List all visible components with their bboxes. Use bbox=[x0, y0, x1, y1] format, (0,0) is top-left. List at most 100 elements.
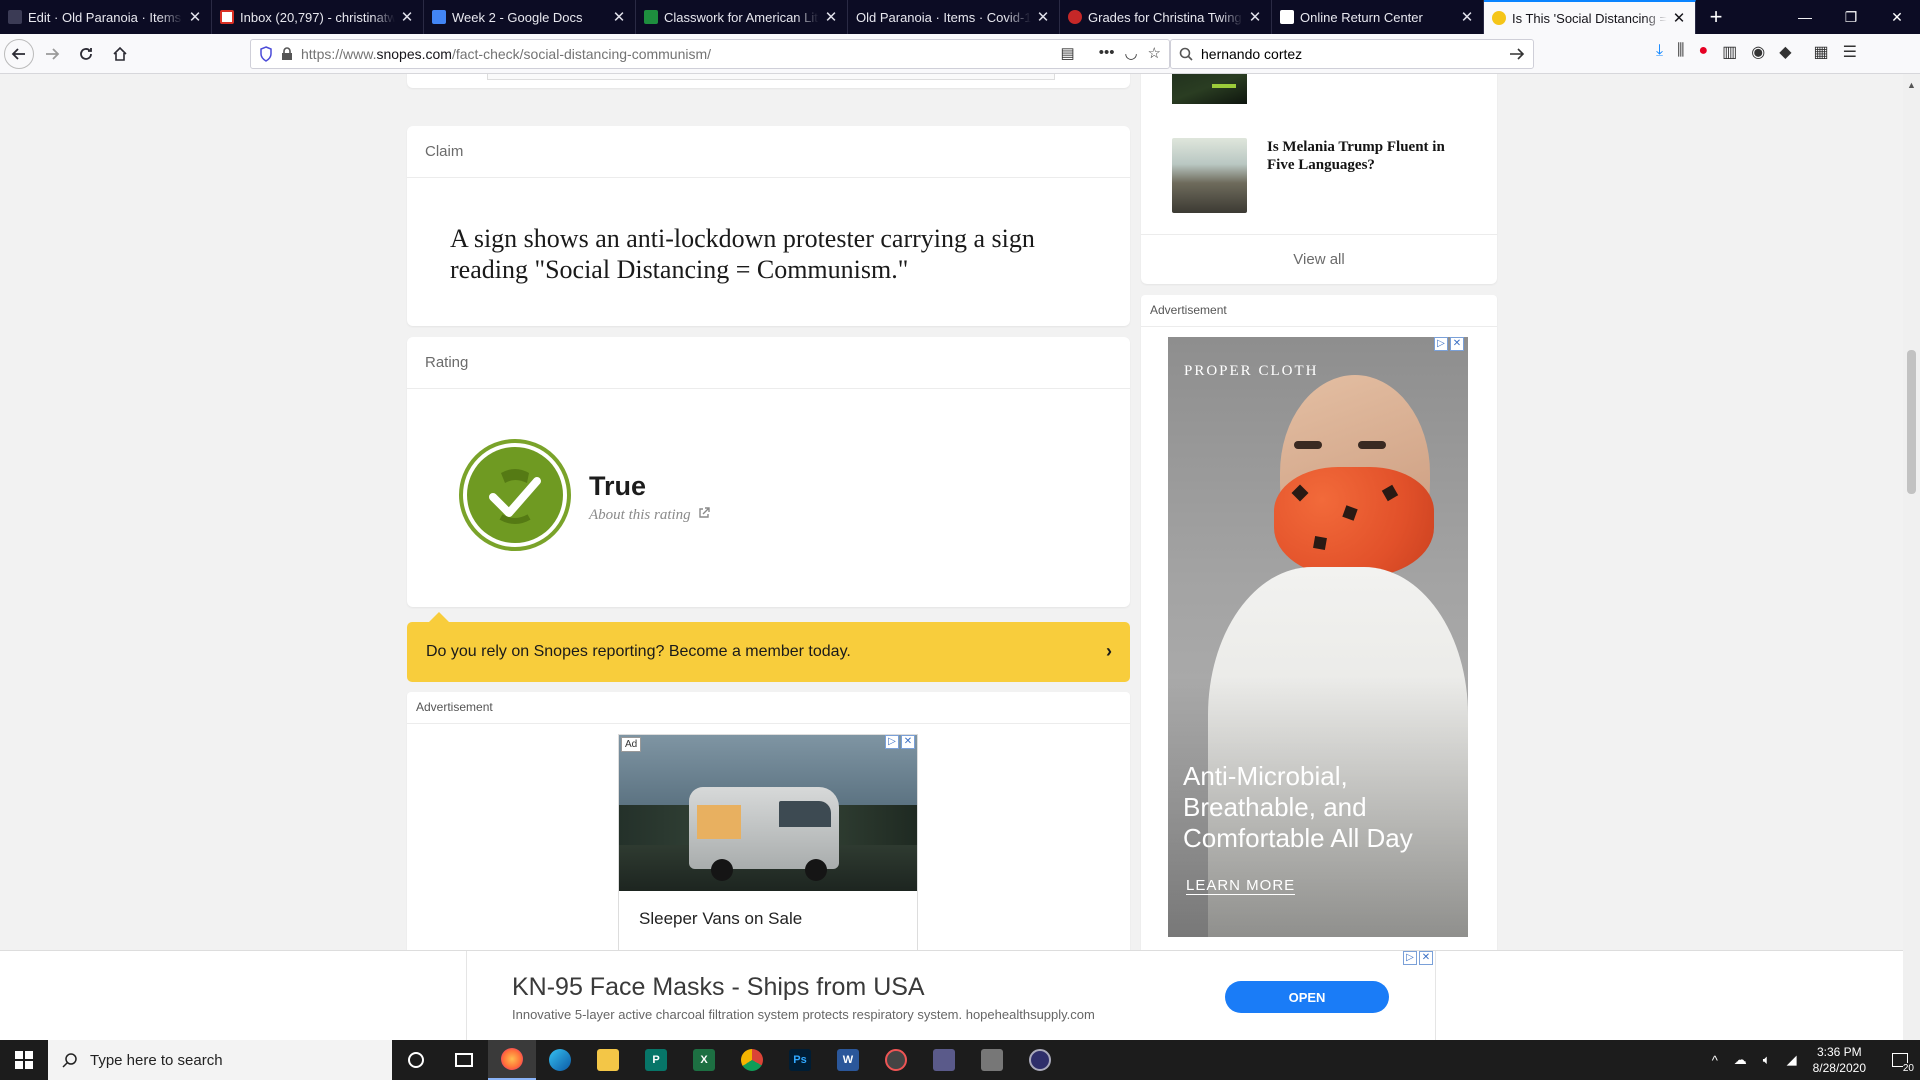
library-icon[interactable]: ⫼ bbox=[1677, 42, 1684, 62]
membership-banner[interactable]: Do you rely on Snopes reporting? Become … bbox=[407, 612, 1130, 682]
ad-close-icon: ✕ bbox=[1419, 951, 1433, 965]
reload-icon bbox=[80, 47, 92, 60]
file-explorer-icon[interactable] bbox=[584, 1040, 632, 1080]
reader-view-icon[interactable]: ▤ bbox=[1061, 44, 1075, 62]
search-input[interactable]: hernando cortez bbox=[1201, 46, 1302, 62]
about-rating-link[interactable]: About this rating bbox=[589, 507, 711, 524]
scroll-up-arrow-icon[interactable]: ▲ bbox=[1907, 80, 1916, 90]
chevron-up-icon[interactable]: ^ bbox=[1712, 1053, 1718, 1068]
tab-7-active[interactable]: Is This 'Social Distancing = C ✕ bbox=[1484, 0, 1696, 34]
publisher-icon[interactable]: P bbox=[632, 1040, 680, 1080]
download-icon[interactable]: ⤓ bbox=[1656, 42, 1663, 62]
home-button[interactable] bbox=[104, 38, 136, 70]
page-scrollbar[interactable]: ▲ bbox=[1903, 74, 1920, 1040]
network-icon[interactable]: ◢ bbox=[1787, 1052, 1797, 1068]
search-bar[interactable]: hernando cortez bbox=[1170, 39, 1534, 69]
minimize-button[interactable]: — bbox=[1782, 0, 1828, 34]
page-actions-icon[interactable]: ••• bbox=[1099, 44, 1115, 62]
adchoices[interactable]: ▷ ✕ bbox=[1434, 337, 1464, 351]
extension-icon[interactable]: ◆ bbox=[1779, 42, 1791, 62]
rating-value: True bbox=[589, 471, 647, 501]
proper-cloth-ad[interactable]: PROPER CLOTH Anti-Microbial, Breathable,… bbox=[1168, 337, 1468, 937]
notification-center-icon[interactable]: 20 bbox=[1880, 1040, 1920, 1080]
view-all-link[interactable]: View all bbox=[1141, 234, 1497, 284]
start-button[interactable] bbox=[0, 1040, 48, 1080]
notification-count: 20 bbox=[1902, 1063, 1914, 1074]
extensions-puzzle-icon[interactable]: ▦ bbox=[1814, 42, 1829, 62]
volume-icon[interactable]: 🔈︎ bbox=[1763, 1052, 1771, 1068]
adchoices[interactable]: ▷ ✕ bbox=[885, 735, 915, 749]
bookmark-star-icon[interactable]: ☆ bbox=[1148, 44, 1161, 62]
pocket-icon[interactable]: ◡ bbox=[1124, 44, 1137, 62]
lock-icon bbox=[282, 47, 292, 60]
mask-pattern bbox=[1381, 484, 1399, 502]
tab-close-icon[interactable]: ✕ bbox=[399, 8, 415, 26]
app-icon[interactable] bbox=[872, 1040, 920, 1080]
trending-thumbnail-partial[interactable] bbox=[1172, 74, 1247, 104]
new-tab-button[interactable]: + bbox=[1696, 0, 1736, 34]
ad-brand: PROPER CLOTH bbox=[1184, 363, 1319, 379]
tab-close-icon[interactable]: ✕ bbox=[187, 8, 203, 26]
van-ad-caption: Sleeper Vans on Sale bbox=[639, 909, 803, 928]
tab-label: Is This 'Social Distancing = C bbox=[1512, 10, 1667, 26]
app-icon[interactable] bbox=[968, 1040, 1016, 1080]
model-eye bbox=[1294, 441, 1322, 449]
adchoices[interactable]: ▷ ✕ bbox=[1403, 951, 1433, 965]
cortana-icon[interactable] bbox=[392, 1040, 440, 1080]
tab-close-icon[interactable]: ✕ bbox=[1459, 8, 1475, 26]
mask-pattern bbox=[1313, 536, 1327, 550]
forward-button[interactable] bbox=[36, 38, 68, 70]
trending-item[interactable]: Is Melania Trump Fluent in Five Language… bbox=[1172, 138, 1467, 213]
edge-taskbar-icon[interactable] bbox=[536, 1040, 584, 1080]
word-icon[interactable]: W bbox=[824, 1040, 872, 1080]
navigation-toolbar: https://www. snopes.com/fact-check/social… bbox=[0, 34, 1920, 74]
tab-favicon-icon bbox=[8, 10, 22, 24]
close-window-button[interactable]: ✕ bbox=[1874, 0, 1920, 34]
tab-close-icon[interactable]: ✕ bbox=[1035, 8, 1051, 26]
bottom-ad-title: KN-95 Face Masks - Ships from USA bbox=[512, 973, 925, 1001]
pinterest-icon[interactable]: ● bbox=[1698, 42, 1708, 62]
ad-badge: Ad bbox=[621, 737, 642, 752]
account-icon[interactable]: ◉ bbox=[1751, 42, 1765, 62]
tab-close-icon[interactable]: ✕ bbox=[1247, 8, 1263, 26]
app-icon[interactable] bbox=[920, 1040, 968, 1080]
tab-close-icon[interactable]: ✕ bbox=[611, 8, 627, 26]
chrome-icon[interactable] bbox=[728, 1040, 776, 1080]
ad-close-icon: ✕ bbox=[1450, 337, 1464, 351]
tab-4[interactable]: Old Paranoia · Items · Covid-19 A ✕ bbox=[848, 0, 1060, 34]
tab-6[interactable]: Online Return Center ✕ bbox=[1272, 0, 1484, 34]
van-ad[interactable]: Ad ▷ ✕ Sleeper Vans on Sale bbox=[618, 734, 918, 974]
scrollbar-thumb[interactable] bbox=[1907, 350, 1916, 494]
tab-1[interactable]: Inbox (20,797) - christinatwin ✕ bbox=[212, 0, 424, 34]
task-view-icon[interactable] bbox=[440, 1040, 488, 1080]
url-actions: ▤ ••• ◡ ☆ bbox=[1061, 44, 1162, 62]
sidebar-ad-card: Advertisement PROPER CLOTH Anti-Microbia… bbox=[1141, 295, 1497, 1020]
back-button[interactable] bbox=[4, 38, 34, 69]
face-mask bbox=[1274, 467, 1434, 577]
tab-0[interactable]: Edit · Old Paranoia · Items · Covid✕ bbox=[0, 0, 212, 34]
photoshop-icon[interactable]: Ps bbox=[776, 1040, 824, 1080]
search-go-arrow-icon[interactable] bbox=[1509, 47, 1525, 61]
tab-3[interactable]: Classwork for American Liter ✕ bbox=[636, 0, 848, 34]
tab-close-icon[interactable]: ✕ bbox=[823, 8, 839, 26]
bottom-ad-frame[interactable]: KN-95 Face Masks - Ships from USA Innova… bbox=[466, 951, 1436, 1040]
bottom-ad-open-button[interactable]: OPEN bbox=[1225, 981, 1389, 1013]
google-classroom-icon bbox=[644, 10, 658, 24]
firefox-taskbar-icon[interactable] bbox=[488, 1040, 536, 1080]
sidebar-icon[interactable]: ▥ bbox=[1722, 42, 1737, 62]
onedrive-icon[interactable]: ☁ bbox=[1734, 1052, 1747, 1068]
learn-more-link[interactable]: LEARN MORE bbox=[1186, 877, 1296, 895]
amazon-icon bbox=[1280, 10, 1294, 24]
taskbar-search-box[interactable]: Type here to search bbox=[48, 1040, 392, 1080]
embedded-widget bbox=[487, 74, 1055, 80]
menu-hamburger-icon[interactable]: ☰ bbox=[1843, 42, 1857, 62]
tab-5[interactable]: Grades for Christina Twing: H ✕ bbox=[1060, 0, 1272, 34]
clock[interactable]: 3:36 PM 8/28/2020 bbox=[1813, 1044, 1866, 1076]
app-icon[interactable] bbox=[1016, 1040, 1064, 1080]
tab-2[interactable]: Week 2 - Google Docs ✕ bbox=[424, 0, 636, 34]
address-bar[interactable]: https://www. snopes.com/fact-check/social… bbox=[250, 39, 1170, 69]
maximize-button[interactable]: ❐ bbox=[1828, 0, 1874, 34]
excel-icon[interactable]: X bbox=[680, 1040, 728, 1080]
tab-close-icon[interactable]: ✕ bbox=[1671, 9, 1687, 27]
reload-button[interactable] bbox=[70, 38, 102, 70]
